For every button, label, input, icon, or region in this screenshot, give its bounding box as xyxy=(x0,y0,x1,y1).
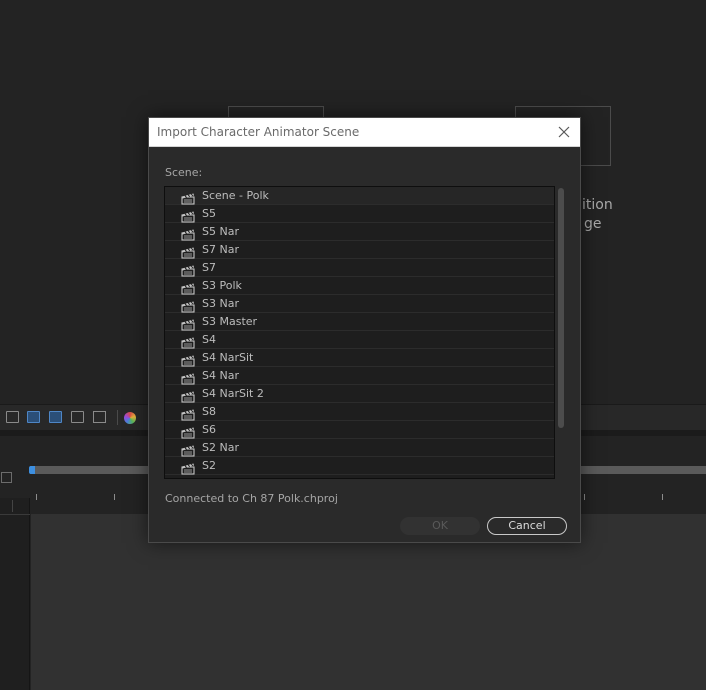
dialog-title: Import Character Animator Scene xyxy=(157,125,360,139)
tile-caption: ition ge xyxy=(582,196,702,234)
scene-list-item[interactable]: S5 Nar xyxy=(165,223,554,241)
scene-name: S2 xyxy=(202,459,216,472)
scene-name: Scene - Polk xyxy=(202,189,269,202)
scene-list-item[interactable]: S4 NarSit 2 xyxy=(165,385,554,403)
scene-name: S4 xyxy=(202,333,216,346)
scene-label: Scene: xyxy=(165,166,203,179)
scene-list-item[interactable]: S3 Polk xyxy=(165,277,554,295)
layer-panel-divider xyxy=(12,500,13,512)
playhead-marker[interactable] xyxy=(29,466,35,474)
scene-list-item[interactable]: S8 xyxy=(165,403,554,421)
scene-name: S2 Nar xyxy=(202,441,239,454)
transparency-grid-icon[interactable] xyxy=(49,411,62,423)
timeline-options-icon[interactable] xyxy=(1,472,12,483)
cancel-button[interactable]: Cancel xyxy=(487,517,567,535)
scene-name: S3 Polk xyxy=(202,279,242,292)
scene-name: S4 Nar xyxy=(202,369,239,382)
region-of-interest-icon[interactable] xyxy=(27,411,40,423)
snapshot-icon[interactable] xyxy=(6,411,19,423)
scene-name: S7 xyxy=(202,261,216,274)
layer-panel-strip xyxy=(0,498,30,690)
scene-list-item[interactable]: S4 xyxy=(165,331,554,349)
tile-caption-line-2: ge xyxy=(584,216,602,232)
scene-list-item[interactable]: S7 Nar xyxy=(165,241,554,259)
scene-name: S4 NarSit 2 xyxy=(202,387,264,400)
scene-name: S3 Master xyxy=(202,315,258,328)
scene-list-item[interactable]: S3 Master xyxy=(165,313,554,331)
layer-panel-rule xyxy=(0,514,30,515)
scene-list-item[interactable]: S2 Nar xyxy=(165,439,554,457)
scene-list[interactable]: Scene - Polk S5 S5 Nar S7 Nar S7 S3 Polk S3 Na… xyxy=(164,186,555,479)
scene-name: S8 xyxy=(202,405,216,418)
clapperboard-icon xyxy=(181,460,195,478)
scene-name: S4 NarSit xyxy=(202,351,254,364)
scene-name: S7 Nar xyxy=(202,243,239,256)
scene-list-item[interactable]: S6 xyxy=(165,421,554,439)
close-icon xyxy=(558,126,570,138)
connection-status: Connected to Ch 87 Polk.chproj xyxy=(165,492,338,505)
scene-list-item[interactable]: Scene - Polk xyxy=(165,187,554,205)
scene-name: S5 Nar xyxy=(202,225,239,238)
scene-list-item[interactable]: S7 xyxy=(165,259,554,277)
grid-guides-icon[interactable] xyxy=(93,411,106,423)
scene-list-item[interactable]: S2 xyxy=(165,457,554,475)
scene-list-item[interactable]: S4 NarSit xyxy=(165,349,554,367)
ruler-tick xyxy=(114,494,115,500)
dialog-titlebar[interactable]: Import Character Animator Scene xyxy=(149,118,580,147)
ok-button[interactable]: OK xyxy=(400,517,480,535)
scene-list-item[interactable]: S3 Nar xyxy=(165,295,554,313)
mask-visibility-icon[interactable] xyxy=(71,411,84,423)
import-scene-dialog: Import Character Animator Scene Scene: S… xyxy=(148,117,581,543)
scene-name: S6 xyxy=(202,423,216,436)
ruler-tick xyxy=(662,494,663,500)
scene-list-items: Scene - Polk S5 S5 Nar S7 Nar S7 S3 Polk S3 Na… xyxy=(165,187,554,475)
scene-list-item[interactable]: S5 xyxy=(165,205,554,223)
ruler-tick xyxy=(584,494,585,500)
scene-list-scrollbar[interactable] xyxy=(557,186,565,479)
tile-caption-line-1: ition xyxy=(582,197,613,213)
color-channel-icon[interactable] xyxy=(124,412,136,424)
scene-name: S3 Nar xyxy=(202,297,239,310)
scene-name: S5 xyxy=(202,207,216,220)
ruler-tick xyxy=(36,494,37,500)
toolbar-divider xyxy=(117,410,118,425)
scene-list-item[interactable]: S4 Nar xyxy=(165,367,554,385)
scrollbar-thumb[interactable] xyxy=(558,188,564,428)
close-button[interactable] xyxy=(554,122,574,142)
